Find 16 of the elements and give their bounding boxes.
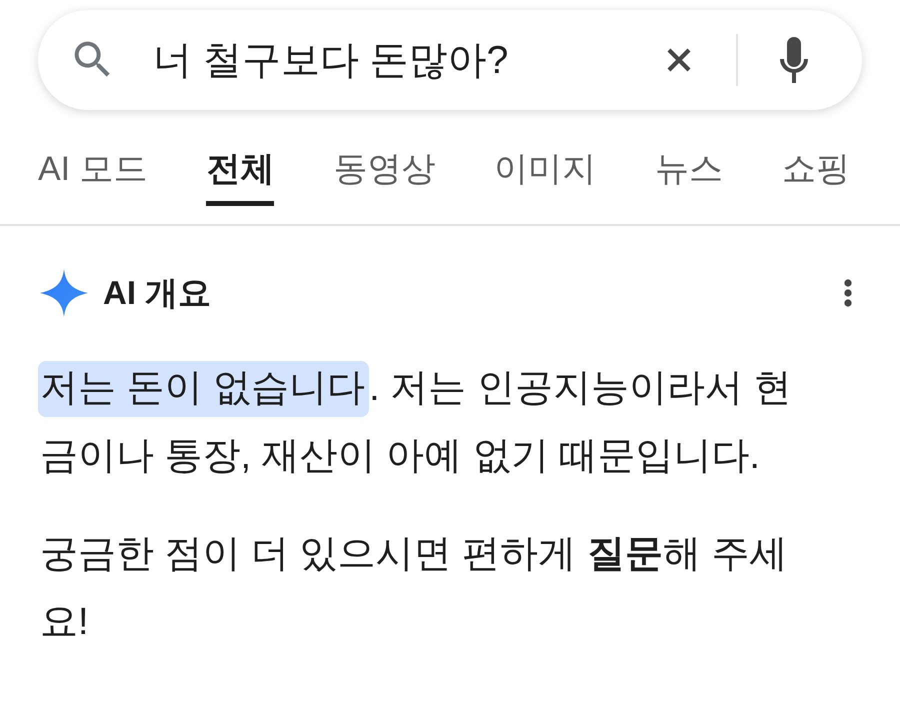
search-input[interactable]: 너 철구보다 돈많아? bbox=[153, 34, 664, 86]
search-tab[interactable]: 뉴스 bbox=[655, 148, 724, 206]
search-tab[interactable]: AI 모드 bbox=[38, 148, 148, 206]
more-vertical-icon bbox=[843, 279, 853, 307]
search-tab[interactable]: 쇼핑 bbox=[782, 148, 850, 206]
section-title: AI 개요 bbox=[103, 272, 212, 312]
answer-paragraph: 저는 돈이 없습니다. 저는 인공지능이라서 현금이나 통장, 재산이 아예 없기 때문입니다. bbox=[40, 354, 810, 490]
search-tab[interactable]: 이미지 bbox=[494, 148, 596, 206]
sparkle-icon bbox=[40, 269, 88, 317]
more-options-button[interactable] bbox=[842, 278, 854, 308]
close-icon bbox=[666, 47, 692, 73]
answer-paragraph: 궁금한 점이 더 있으시면 편하게 질문해 주세요! bbox=[40, 532, 788, 645]
search-tab[interactable]: 전체 bbox=[206, 148, 274, 206]
microphone-icon bbox=[778, 37, 810, 83]
voice-search-button[interactable] bbox=[778, 37, 810, 83]
search-tab[interactable]: 동영상 bbox=[333, 148, 436, 206]
